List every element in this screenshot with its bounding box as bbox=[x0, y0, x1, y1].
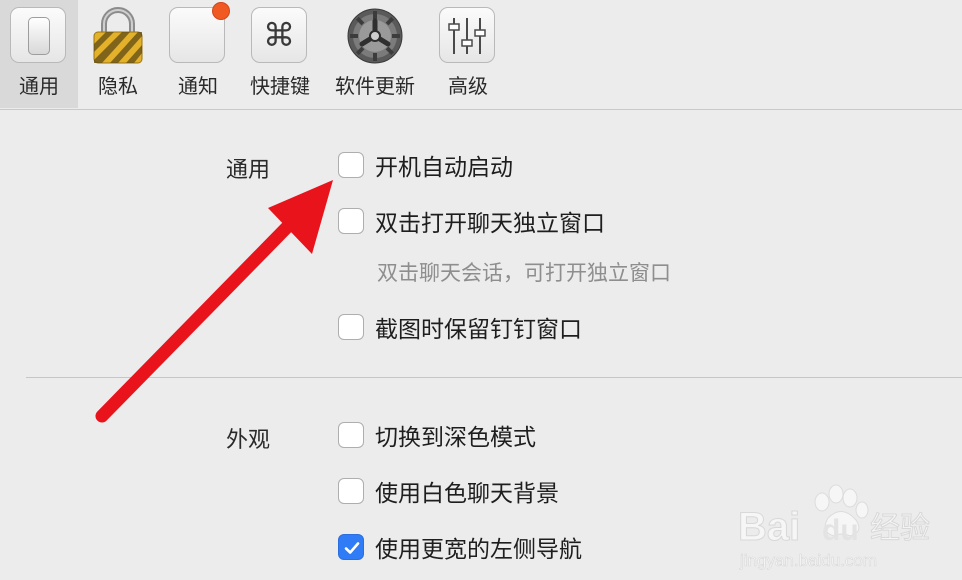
sliders-icon bbox=[439, 7, 497, 65]
option-wider-left-nav-label: 使用更宽的左侧导航 bbox=[375, 537, 582, 563]
section-general-label: 通用 bbox=[225, 158, 270, 183]
section-appearance-label: 外观 bbox=[225, 428, 270, 453]
tab-software-update-label: 软件更新 bbox=[335, 74, 415, 98]
tab-advanced[interactable]: 高级 bbox=[430, 0, 506, 108]
command-key-icon: ⌘ bbox=[251, 7, 309, 65]
option-wider-left-nav[interactable]: 使用更宽的左侧导航 bbox=[338, 533, 582, 563]
baidu-jingyan-watermark: Bai du 经验 jingyan.baidu.com bbox=[736, 476, 960, 576]
checkbox-white-chat-background[interactable] bbox=[338, 478, 364, 504]
option-keep-window-on-screenshot-label: 截图时保留钉钉窗口 bbox=[375, 317, 582, 343]
tab-shortcuts-label: 快捷键 bbox=[250, 74, 310, 98]
checkmark-icon bbox=[344, 542, 360, 554]
option-keep-window-on-screenshot[interactable]: 截图时保留钉钉窗口 bbox=[338, 313, 582, 343]
tab-software-update[interactable]: 软件更新 bbox=[330, 0, 420, 108]
watermark-brand2: du bbox=[822, 514, 859, 547]
section-divider bbox=[26, 377, 962, 378]
option-white-chat-background-label: 使用白色聊天背景 bbox=[375, 481, 559, 507]
preferences-toolbar: 通用 隐私 通知 ⌘ 快捷键 软件更新 高级 bbox=[0, 0, 962, 110]
tab-advanced-label: 高级 bbox=[448, 74, 488, 98]
option-launch-at-startup[interactable]: 开机自动启动 bbox=[338, 151, 513, 181]
checkbox-wider-left-nav[interactable] bbox=[338, 534, 364, 560]
tab-privacy[interactable]: 隐私 bbox=[80, 0, 156, 108]
tab-shortcuts[interactable]: ⌘ 快捷键 bbox=[240, 0, 320, 108]
notification-badge-icon bbox=[169, 2, 230, 65]
option-dark-mode-label: 切换到深色模式 bbox=[375, 425, 536, 451]
watermark-brand-cn: 经验 bbox=[870, 511, 930, 546]
general-switch-icon bbox=[10, 7, 68, 65]
checkbox-dark-mode[interactable] bbox=[338, 422, 364, 448]
option-double-click-hint: 双击聊天会话，可打开独立窗口 bbox=[377, 261, 671, 285]
gear-update-icon bbox=[346, 7, 404, 65]
option-double-click-open-window-label: 双击打开聊天独立窗口 bbox=[375, 211, 605, 237]
padlock-icon bbox=[89, 7, 147, 65]
tab-general-label: 通用 bbox=[19, 74, 59, 98]
checkbox-keep-window-on-screenshot[interactable] bbox=[338, 314, 364, 340]
tab-notifications[interactable]: 通知 bbox=[160, 0, 236, 108]
watermark-brand: Bai bbox=[738, 505, 800, 549]
tab-notifications-label: 通知 bbox=[178, 74, 218, 98]
option-launch-at-startup-label: 开机自动启动 bbox=[375, 155, 513, 181]
tab-general[interactable]: 通用 bbox=[0, 0, 78, 108]
option-double-click-open-window[interactable]: 双击打开聊天独立窗口 bbox=[338, 207, 605, 237]
option-dark-mode[interactable]: 切换到深色模式 bbox=[338, 421, 536, 451]
option-white-chat-background[interactable]: 使用白色聊天背景 bbox=[338, 477, 559, 507]
tab-privacy-label: 隐私 bbox=[98, 74, 138, 98]
watermark-url: jingyan.baidu.com bbox=[739, 551, 877, 570]
checkbox-launch-at-startup[interactable] bbox=[338, 152, 364, 178]
checkbox-double-click-open-window[interactable] bbox=[338, 208, 364, 234]
